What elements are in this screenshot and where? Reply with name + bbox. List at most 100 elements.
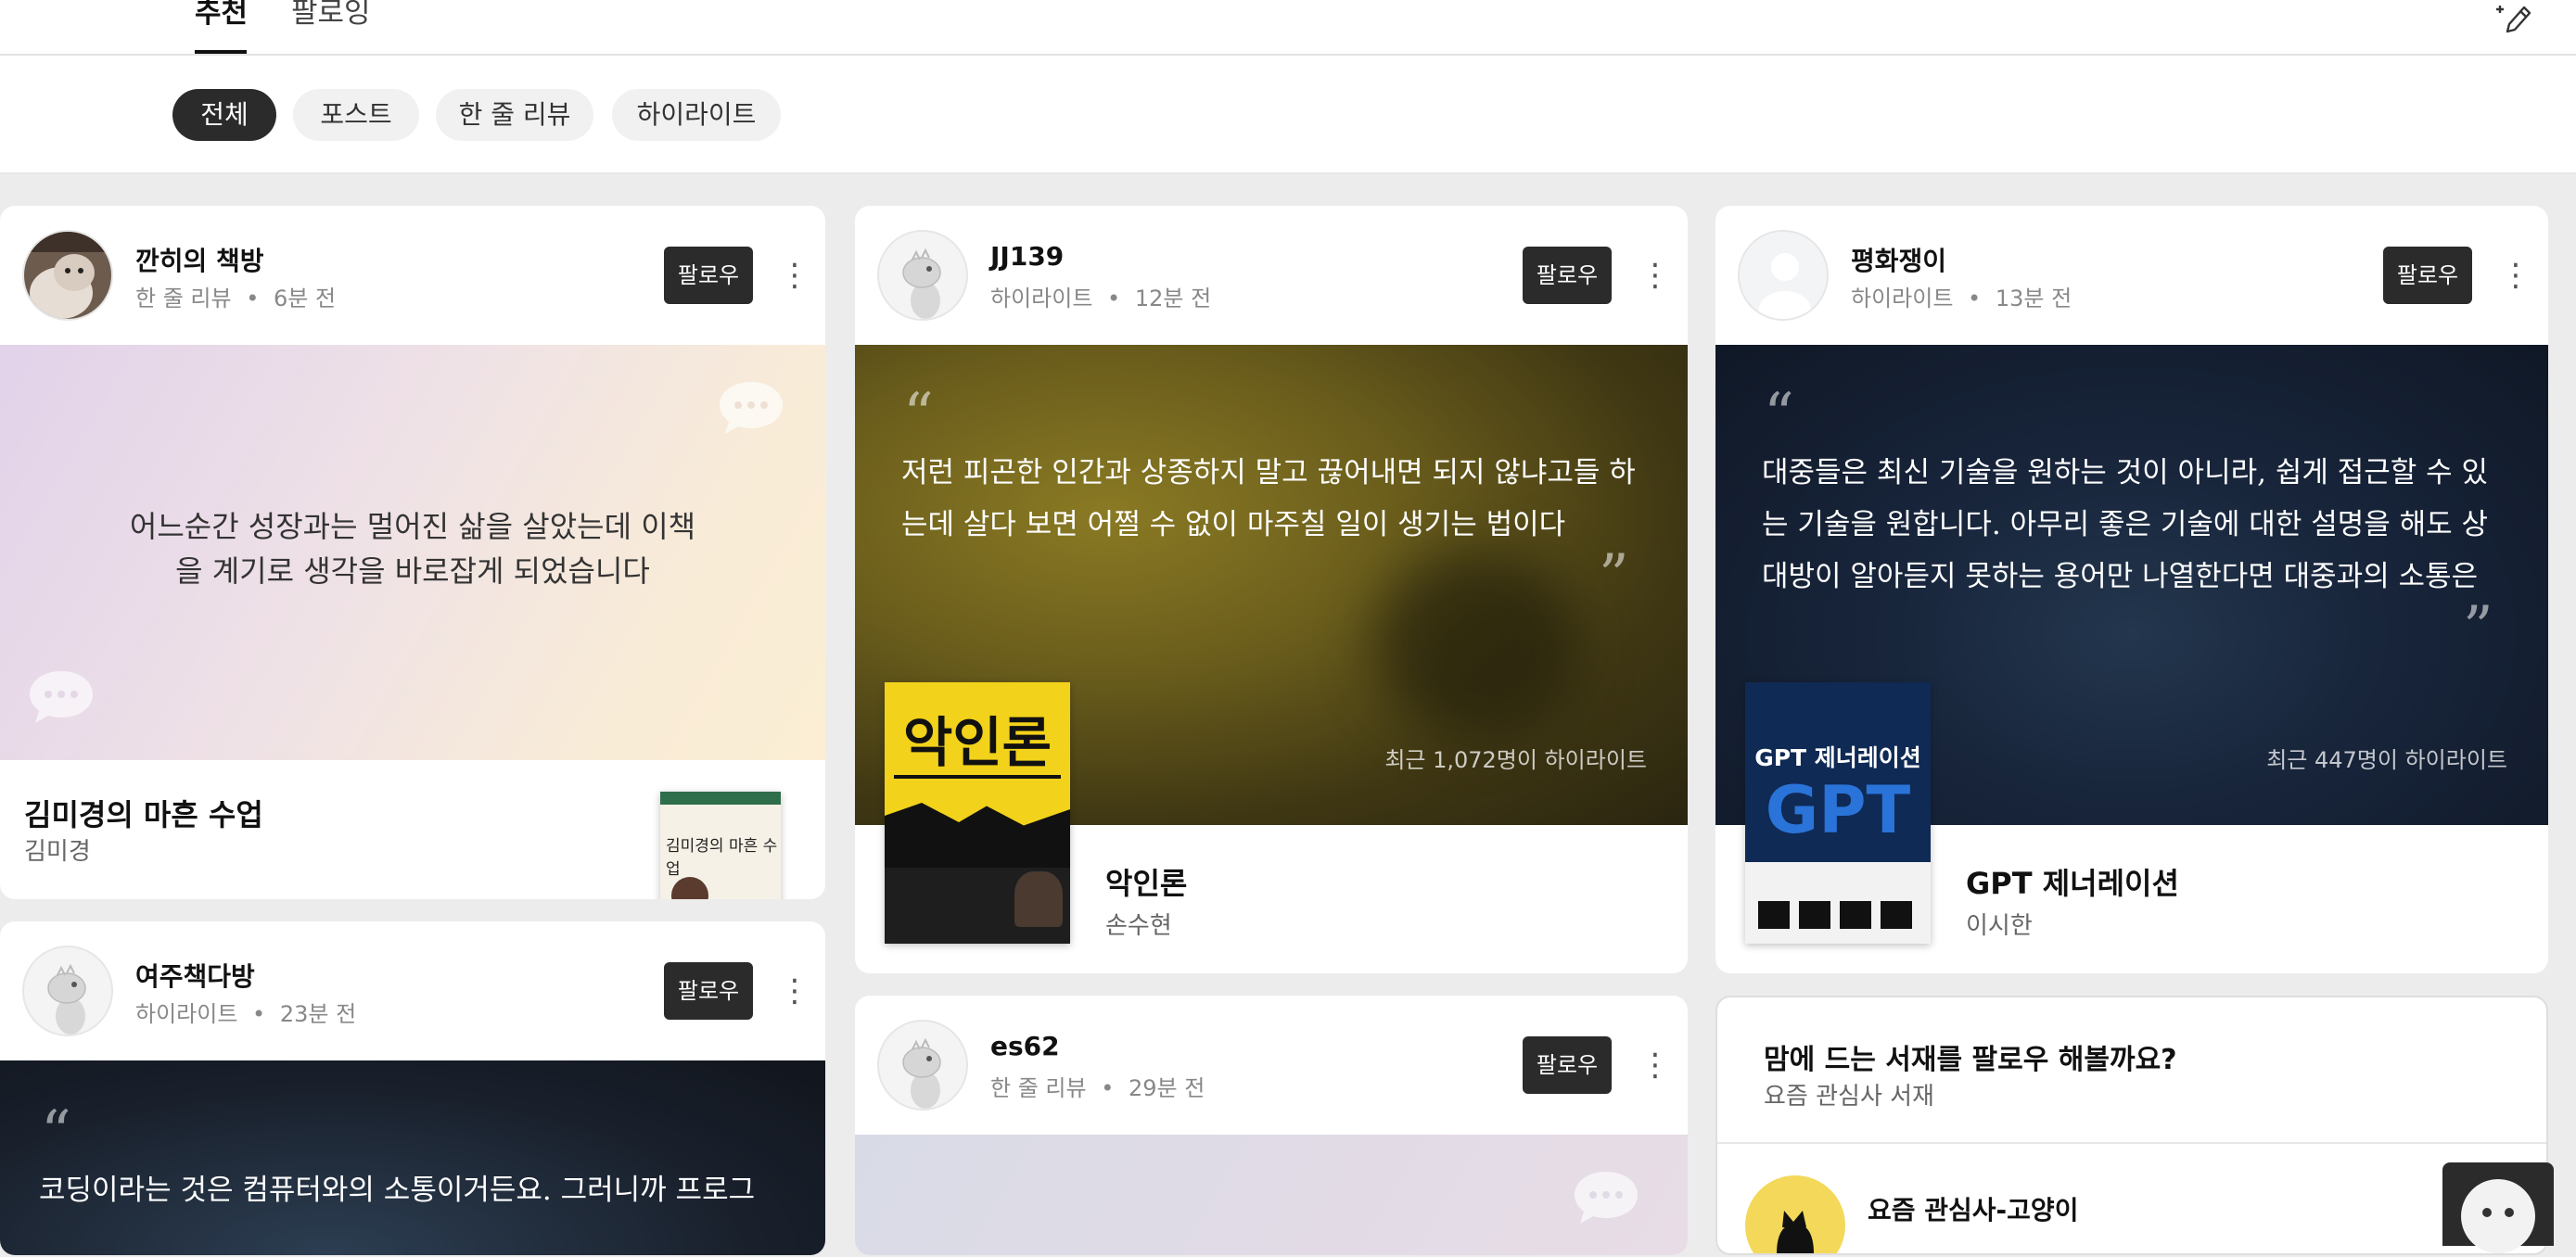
review-text: 어느순간 성장과는 멀어진 삶을 살았는데 이책을 계기로 생각을 바로잡게 되… (129, 509, 696, 589)
user-name[interactable]: 평화쟁이 (1851, 241, 1946, 278)
post-meta: 하이라이트 • 12분 전 (990, 280, 1211, 312)
default-dino-avatar-icon (47, 963, 86, 1035)
post-meta: 한 줄 리뷰 • 6분 전 (135, 280, 336, 312)
post-time: 12분 전 (1134, 286, 1212, 311)
filter-highlight[interactable]: 하이라이트 (612, 89, 781, 141)
filter-all[interactable]: 전체 (172, 89, 276, 141)
user-name[interactable]: 깐히의 책방 (135, 241, 264, 278)
avatar[interactable] (22, 230, 113, 321)
open-quote-icon: “ (1764, 381, 1794, 450)
feed-card-review: es62 한 줄 리뷰 • 29분 전 팔로우 ⋮ (855, 996, 1688, 1255)
highlight-text-line: 대중들은 최신 기술을 원하는 것이 아니라, 쉽게 접근할 수 있 (1762, 456, 2489, 489)
suggested-library-name[interactable]: 요즘 관심사-고양이 (1868, 1190, 2078, 1227)
meta-dot: • (1101, 1075, 1115, 1101)
highlight-text-line: 대방이 알아듣지 못하는 용어만 나열한다면 대중과의 소통은 (1762, 560, 2479, 593)
book-cover[interactable]: 악인론 (885, 682, 1070, 944)
avatar[interactable] (22, 946, 113, 1036)
meta-dot: • (1107, 286, 1121, 311)
chat-widget-button[interactable] (2442, 1162, 2554, 1253)
highlight-panel: “ 코딩이라는 것은 컴퓨터와의 소통이거든요. 그러니까 프로그 (0, 1060, 825, 1255)
follow-button[interactable]: 팔로우 (664, 247, 753, 304)
book-author: 김미경 (24, 838, 91, 866)
highlight-text: 코딩이라는 것은 컴퓨터와의 소통이거든요. 그러니까 프로그 (39, 1174, 756, 1207)
feed-card-highlight: 여주책다방 하이라이트 • 23분 전 팔로우 ⋮ “ 코딩이라는 것은 컴퓨터… (0, 921, 825, 1255)
cover-line (894, 775, 1061, 779)
highlight-count: 최근 1,072명이 하이라이트 (1384, 747, 1647, 773)
divider (1717, 1142, 2546, 1144)
book-author: 이시한 (1966, 912, 2033, 940)
feed-card-highlight: 평화쟁이 하이라이트 • 13분 전 팔로우 ⋮ “ 대중들은 최신 기술을 원… (1715, 206, 2548, 973)
cat-photo-avatar (24, 232, 111, 319)
avatar[interactable] (877, 230, 968, 321)
post-type: 한 줄 리뷰 (135, 286, 232, 311)
post-time: 13분 전 (1995, 286, 2072, 311)
close-quote-icon: ” (2463, 594, 2493, 663)
follow-button[interactable]: 팔로우 (664, 962, 753, 1020)
tab-recommended[interactable]: 추천 (195, 0, 248, 32)
book-author: 손수현 (1105, 912, 1172, 940)
avatar[interactable] (877, 1020, 968, 1111)
meta-dot: • (252, 1001, 266, 1027)
book-title[interactable]: GPT 제너레이션 (1966, 860, 2179, 903)
filter-post[interactable]: 포스트 (293, 89, 419, 141)
active-tab-indicator (195, 50, 247, 54)
suggest-libraries-card: 맘에 드는 서재를 팔로우 해볼까요? 요즘 관심사 서재 요즘 관심사-고양이 (1715, 996, 2548, 1255)
post-type: 하이라이트 (990, 286, 1093, 311)
more-options-icon[interactable]: ⋮ (1639, 1042, 1671, 1088)
more-options-icon[interactable]: ⋮ (1639, 252, 1671, 298)
chatbot-face-icon (2461, 1179, 2535, 1253)
post-type: 하이라이트 (1851, 286, 1954, 311)
follow-button[interactable]: 팔로우 (2383, 247, 2472, 304)
user-name[interactable]: es62 (990, 1031, 1060, 1061)
book-cover[interactable]: 김미경의 마흔 수업 (660, 792, 781, 899)
highlight-count: 최근 447명이 하이라이트 (2266, 747, 2507, 773)
book-title[interactable]: 김미경의 마흔 수업 (24, 792, 263, 834)
filter-bar: 전체 포스트 한 줄 리뷰 하이라이트 (0, 56, 2576, 174)
default-dino-avatar-icon (902, 1037, 941, 1109)
post-meta: 하이라이트 • 13분 전 (1851, 280, 2072, 312)
post-time: 29분 전 (1129, 1075, 1205, 1101)
write-post-icon[interactable] (2493, 0, 2533, 37)
speech-bubble-icon (30, 671, 93, 723)
meta-dot: • (246, 286, 260, 311)
more-options-icon[interactable]: ⋮ (779, 968, 810, 1014)
feed-card-highlight: JJ139 하이라이트 • 12분 전 팔로우 ⋮ “ 저런 피곤한 인간과 상… (855, 206, 1688, 973)
user-name[interactable]: JJ139 (990, 241, 1064, 272)
filter-one-line-review[interactable]: 한 줄 리뷰 (436, 89, 593, 141)
post-time: 6분 전 (274, 286, 337, 311)
cover-big-title: GPT (1765, 772, 1911, 848)
default-dino-avatar-icon (902, 248, 941, 319)
avatar[interactable] (1738, 230, 1829, 321)
tab-following[interactable]: 팔로잉 (291, 0, 371, 32)
suggest-subtitle: 요즘 관심사 서재 (1764, 1083, 1934, 1111)
post-type: 하이라이트 (135, 1001, 238, 1027)
more-options-icon[interactable]: ⋮ (779, 252, 810, 298)
blur-shape (1374, 549, 1578, 734)
speech-bubble-icon (720, 382, 783, 434)
review-panel (855, 1135, 1688, 1255)
post-type: 한 줄 리뷰 (990, 1075, 1087, 1101)
highlight-text-line: 는데 살다 보면 어쩔 수 없이 마주칠 일이 생기는 법이다 (901, 508, 1566, 541)
review-panel: 어느순간 성장과는 멀어진 삶을 살았는데 이책을 계기로 생각을 바로잡게 되… (0, 345, 825, 760)
open-quote-icon: “ (41, 1098, 71, 1167)
follow-button[interactable]: 팔로우 (1523, 1036, 1612, 1094)
cover-shape (885, 803, 1070, 868)
more-options-icon[interactable]: ⋮ (2500, 252, 2531, 298)
highlight-text-line: 는 기술을 원합니다. 아무리 좋은 기술에 대한 설명을 해도 상 (1762, 508, 2489, 541)
post-meta: 하이라이트 • 23분 전 (135, 996, 356, 1028)
meta-dot: • (1968, 286, 1982, 311)
close-quote-icon: ” (1599, 542, 1629, 611)
cover-title: 악인론 (902, 711, 1052, 774)
cover-title: 김미경의 마흔 수업 (666, 837, 778, 879)
cat-library-avatar-icon[interactable] (1745, 1175, 1845, 1255)
author-portrait (1014, 871, 1063, 927)
post-time: 23분 전 (279, 1001, 357, 1027)
highlight-text-line: 저런 피곤한 인간과 상종하지 말고 끊어내면 되지 않냐고들 하 (901, 456, 1636, 489)
follow-button[interactable]: 팔로우 (1523, 247, 1612, 304)
cover-icons (1758, 901, 1918, 929)
top-tab-bar: 추천 팔로잉 (0, 0, 2576, 56)
book-cover[interactable]: GPT 제너레이션 GPT (1745, 682, 1931, 944)
open-quote-icon: “ (903, 381, 934, 450)
user-name[interactable]: 여주책다방 (135, 957, 255, 994)
book-title[interactable]: 악인론 (1105, 860, 1187, 903)
